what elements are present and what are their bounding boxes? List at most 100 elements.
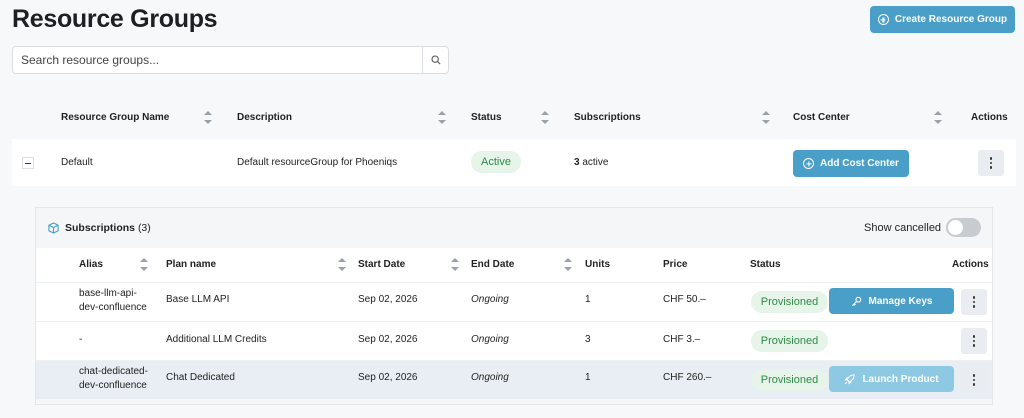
col-end-date: End Date — [471, 259, 515, 270]
status-badge: Provisioned — [751, 330, 828, 352]
row-more-actions-button[interactable] — [961, 367, 987, 393]
col-status: Status — [471, 112, 502, 123]
group-description: Default resourceGroup for Phoeniqs — [237, 157, 398, 168]
subscription-row: - Additional LLM Credits Sep 02, 2026 On… — [36, 321, 992, 360]
subscription-row: chat-dedicated- dev-confluence Chat Dedi… — [36, 360, 992, 399]
start-date-cell: Sep 02, 2026 — [358, 294, 418, 305]
plan-name-cell: Chat Dedicated — [166, 372, 235, 383]
subscription-row: base-llm-api- dev-confluence Base LLM AP… — [36, 282, 992, 321]
kebab-dot — [972, 378, 976, 382]
more-actions-button[interactable] — [978, 150, 1004, 176]
end-date-cell: Ongoing — [471, 294, 509, 305]
subscriptions-title: Subscriptions — [65, 222, 136, 234]
kebab-dot — [972, 344, 976, 347]
kebab-dot — [972, 383, 976, 386]
show-cancelled-label: Show cancelled — [864, 222, 942, 234]
price-cell: CHF 50.– — [663, 294, 706, 305]
col-description: Description — [237, 112, 293, 123]
sort-icon[interactable] — [338, 258, 346, 271]
alias-line: dev-confluence — [79, 302, 147, 313]
page-title: Resource Groups — [12, 5, 218, 33]
kebab-dot — [972, 296, 976, 299]
kebab-dot — [989, 161, 993, 165]
resource-group-row: Default Default resourceGroup for Phoeni… — [12, 139, 1016, 186]
start-date-cell: Sep 02, 2026 — [358, 334, 418, 345]
subscriptions-title-wrap: Subscriptions (3) — [65, 222, 151, 234]
subscriptions-table-header: Alias Plan name Start Date End Date Unit… — [36, 248, 992, 282]
subscriptions-suffix: active — [579, 157, 609, 168]
kebab-dot — [972, 339, 976, 343]
status-badge: Provisioned — [751, 291, 828, 313]
col-actions: Actions — [971, 112, 1008, 123]
search-box — [12, 46, 449, 74]
plan-name-cell: Additional LLM Credits — [166, 334, 267, 345]
units-cell: 3 — [585, 334, 591, 345]
create-resource-group-button[interactable]: Create Resource Group — [870, 6, 1015, 33]
subscriptions-header: Subscriptions (3) Show cancelled — [36, 208, 992, 248]
alias-line: base-llm-api- — [79, 288, 137, 299]
alias-cell: - — [79, 334, 83, 345]
launch-product-label: Launch Product — [862, 373, 939, 385]
key-icon — [851, 296, 861, 306]
collapse-toggle[interactable] — [22, 157, 34, 169]
kebab-dot — [972, 335, 976, 338]
col-subscriptions: Subscriptions — [574, 112, 641, 123]
sort-icon[interactable] — [451, 258, 459, 271]
sort-icon[interactable] — [564, 258, 572, 271]
alias-line: chat-dedicated- — [79, 366, 148, 377]
sort-icon[interactable] — [438, 111, 446, 124]
col-start-date: Start Date — [358, 259, 406, 270]
kebab-dot — [989, 157, 993, 160]
sort-icon[interactable] — [541, 111, 549, 124]
status-badge: Active — [471, 151, 521, 173]
show-cancelled-toggle[interactable] — [946, 218, 981, 237]
add-cost-center-label: Add Cost Center — [820, 158, 899, 169]
add-cost-center-button[interactable]: Add Cost Center — [793, 150, 909, 177]
col-price: Price — [663, 259, 688, 270]
col-status: Status — [750, 259, 781, 270]
row-more-actions-button[interactable] — [961, 289, 987, 315]
sort-icon[interactable] — [204, 111, 212, 124]
units-cell: 1 — [585, 294, 591, 305]
create-resource-group-label: Create Resource Group — [894, 14, 1008, 25]
alias-cell: chat-dedicated- dev-confluence — [79, 365, 148, 393]
start-date-cell: Sep 02, 2026 — [358, 372, 418, 383]
end-date-cell: Ongoing — [471, 372, 509, 383]
group-name: Default — [61, 157, 93, 168]
rocket-icon — [844, 373, 856, 385]
kebab-dot — [972, 374, 976, 377]
end-date-cell: Ongoing — [471, 334, 509, 345]
alias-cell: base-llm-api- dev-confluence — [79, 287, 147, 315]
search-input[interactable] — [13, 47, 422, 73]
plus-circle-icon — [803, 158, 815, 169]
launch-product-button[interactable]: Launch Product — [829, 366, 954, 392]
col-cost-center: Cost Center — [793, 112, 850, 123]
cube-icon — [48, 222, 59, 234]
col-resource-group-name: Resource Group Name — [61, 112, 170, 123]
status-badge: Provisioned — [751, 369, 828, 391]
price-cell: CHF 260.– — [663, 372, 712, 383]
sort-icon[interactable] — [140, 258, 148, 271]
sort-icon[interactable] — [934, 111, 942, 124]
kebab-dot — [972, 300, 976, 304]
subscriptions-count: (3) — [137, 222, 151, 234]
kebab-dot — [972, 305, 976, 308]
row-more-actions-button[interactable] — [961, 328, 987, 354]
manage-keys-button[interactable]: Manage Keys — [829, 288, 954, 314]
kebab-dot — [989, 166, 993, 169]
search-button[interactable] — [422, 47, 448, 73]
sort-icon[interactable] — [762, 111, 770, 124]
units-cell: 1 — [585, 372, 591, 383]
col-actions: Actions — [952, 259, 989, 270]
col-plan-name: Plan name — [166, 259, 217, 270]
search-icon — [430, 55, 441, 65]
plan-name-cell: Base LLM API — [166, 294, 230, 305]
manage-keys-label: Manage Keys — [868, 295, 933, 307]
col-units: Units — [585, 259, 610, 270]
subscriptions-summary: 3 active — [574, 157, 608, 168]
subscriptions-panel: Subscriptions (3) Show cancelled Alias P… — [35, 207, 993, 405]
alias-line: dev-confluence — [79, 380, 147, 391]
price-cell: CHF 3.– — [663, 334, 701, 345]
plus-circle-icon — [877, 14, 889, 25]
col-alias: Alias — [79, 259, 103, 270]
